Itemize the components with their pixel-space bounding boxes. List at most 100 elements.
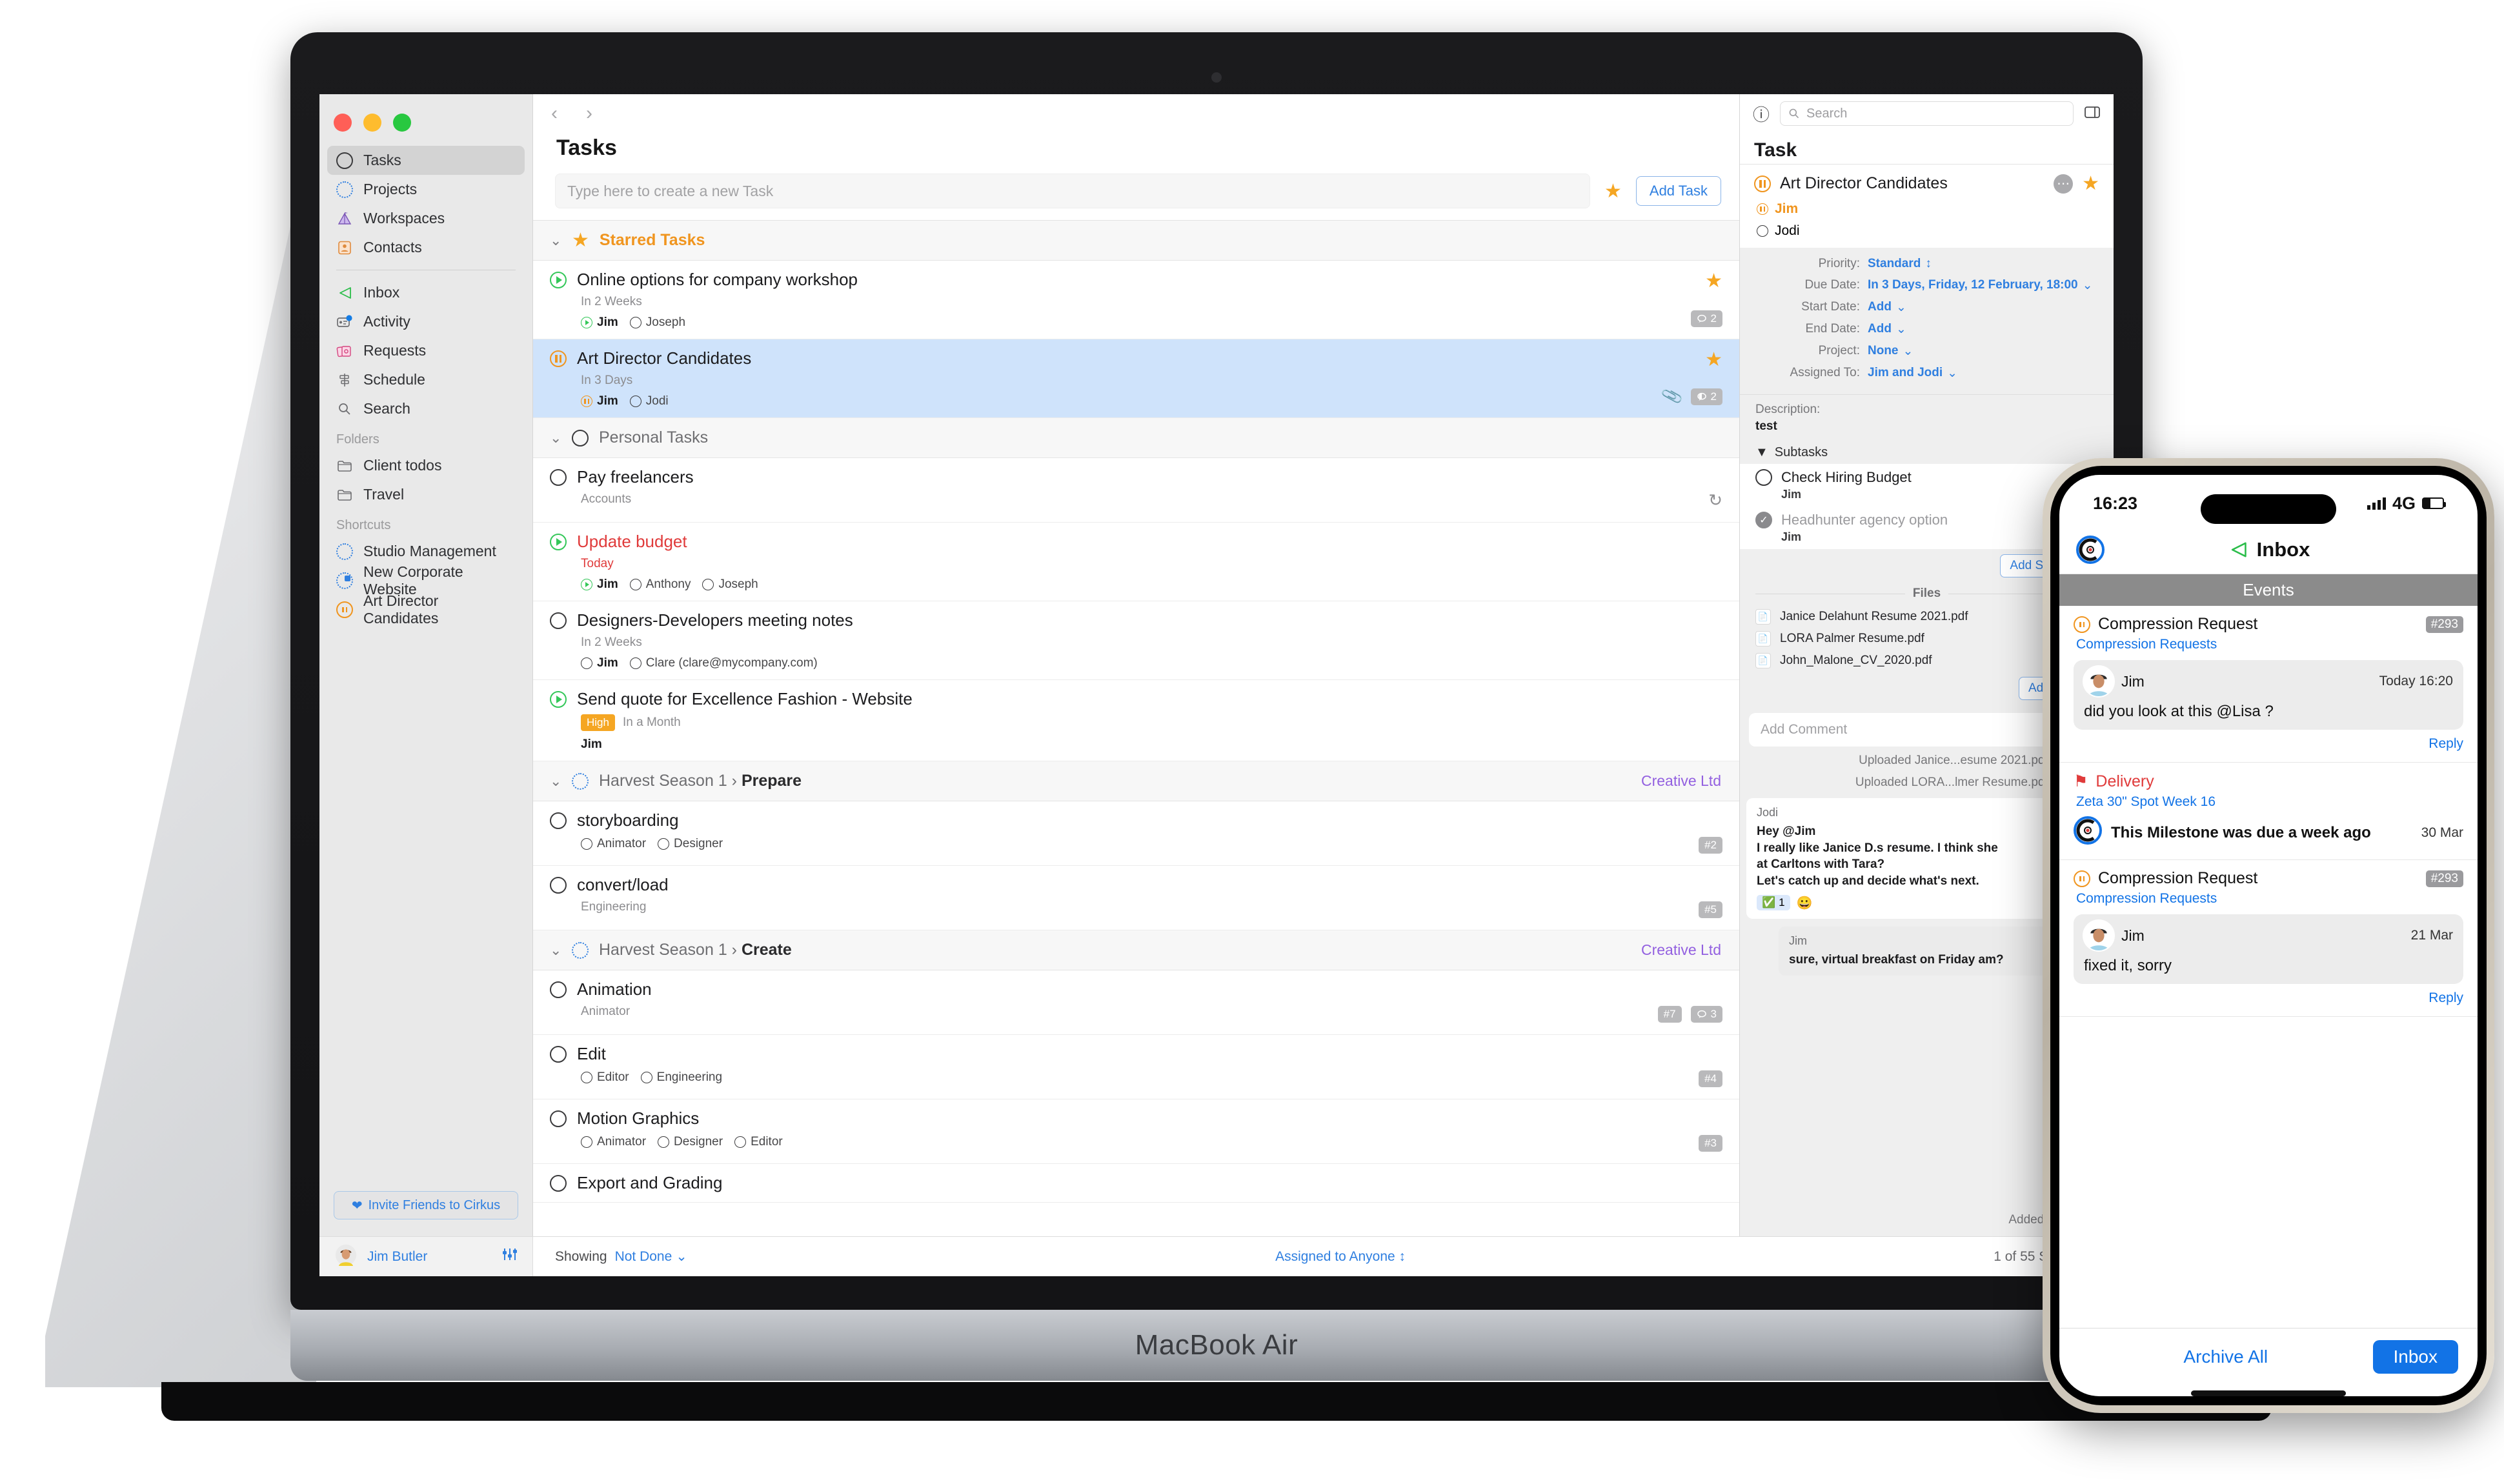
star-filter-icon[interactable]: ★ xyxy=(1604,180,1622,203)
play-circle-icon[interactable] xyxy=(550,533,567,550)
table-row[interactable]: Online options for company workshop In 2… xyxy=(533,261,1739,339)
sidebar-item-label: Art Director Candidates xyxy=(363,592,439,627)
check-circle-icon[interactable]: ✓ xyxy=(1755,512,1772,528)
chevron-down-icon[interactable]: ⌄ xyxy=(1896,322,1906,337)
comment-line: Hey @Jim xyxy=(1757,825,1816,838)
reaction-badge[interactable]: ✅ 1 xyxy=(1757,895,1790,911)
circle-icon[interactable] xyxy=(550,1045,567,1063)
circle-icon[interactable] xyxy=(550,812,567,829)
sidebar-shortcut-art-director-candidates[interactable]: Art Director Candidates xyxy=(327,592,525,627)
add-reaction-icon[interactable]: 😀 xyxy=(1797,895,1813,911)
info-icon[interactable]: ⓘ xyxy=(1753,102,1770,126)
assigned-filter-dropdown[interactable]: Assigned to Anyone ↕ xyxy=(1275,1249,1406,1265)
event-subtitle[interactable]: Zeta 30" Spot Week 16 xyxy=(2076,794,2463,810)
table-row[interactable]: Animation Animator #7 3 xyxy=(533,970,1739,1035)
forward-icon[interactable]: › xyxy=(586,103,592,125)
chevron-down-icon[interactable]: ⌄ xyxy=(2083,278,2093,293)
event-subtitle[interactable]: Compression Requests xyxy=(2076,891,2463,907)
sidebar-item-activity[interactable]: Activity xyxy=(327,307,525,336)
chevron-down-icon[interactable]: ⌄ xyxy=(550,773,561,790)
group-client-label: Creative Ltd xyxy=(1641,941,1721,958)
reply-link[interactable]: Reply xyxy=(2074,736,2463,752)
maximize-button[interactable] xyxy=(393,114,411,132)
more-options-icon[interactable]: ⋯ xyxy=(2054,174,2074,194)
sidebar-item-requests[interactable]: Requests xyxy=(327,336,525,365)
comment-count-badge: 2 xyxy=(1690,310,1722,327)
new-task-input[interactable]: Type here to create a new Task xyxy=(555,174,1590,208)
group-header-starred-tasks[interactable]: ⌄ ★ Starred Tasks xyxy=(533,221,1739,261)
chevron-down-icon[interactable]: ⌄ xyxy=(1947,366,1957,381)
task-title: convert/load xyxy=(577,875,669,894)
group-header-personal-tasks[interactable]: ⌄ Personal Tasks xyxy=(533,418,1739,458)
table-row[interactable]: storyboarding Animator Designer #2 xyxy=(533,801,1739,866)
back-icon[interactable]: ‹ xyxy=(551,103,558,125)
group-header-harvest-prepare[interactable]: ⌄ Harvest Season 1 › Prepare Creative Lt… xyxy=(533,761,1739,801)
list-item[interactable]: Compression Request #293 Compression Req… xyxy=(2059,606,2478,763)
sidebar-folder-travel[interactable]: Travel xyxy=(327,480,525,509)
chevron-down-icon[interactable]: ⌄ xyxy=(550,232,561,249)
sidebar-item-search[interactable]: Search xyxy=(327,394,525,423)
task-people: Jim Joseph xyxy=(581,316,1721,330)
list-item[interactable]: ⚑ Delivery Zeta 30" Spot Week 16 This Mi… xyxy=(2059,763,2478,860)
add-task-button[interactable]: Add Task xyxy=(1635,176,1721,206)
filter-icon[interactable] xyxy=(501,1246,518,1267)
invite-friends-button[interactable]: ❤ Invite Friends to Cirkus xyxy=(334,1191,518,1219)
sidebar-item-contacts[interactable]: Contacts xyxy=(327,233,525,262)
chevron-down-icon[interactable]: ⌄ xyxy=(550,942,561,959)
inbox-button[interactable]: Inbox xyxy=(2372,1340,2458,1374)
sidebar-item-projects[interactable]: Projects xyxy=(327,175,525,204)
row-star-icon[interactable]: ★ xyxy=(1705,270,1722,292)
circle-icon[interactable] xyxy=(550,612,567,629)
group-header-harvest-create[interactable]: ⌄ Harvest Season 1 › Create Creative Ltd xyxy=(533,930,1739,970)
circle-icon[interactable] xyxy=(550,468,567,486)
chevron-down-icon[interactable]: ⌄ xyxy=(1903,344,1913,359)
person-name: Clare (clare@mycompany.com) xyxy=(645,656,818,670)
current-user-name[interactable]: Jim Butler xyxy=(367,1249,427,1265)
sidebar-shortcut-studio-management[interactable]: Studio Management xyxy=(327,537,525,566)
table-row[interactable]: Export and Grading xyxy=(533,1164,1739,1203)
pause-circle-icon xyxy=(336,601,353,618)
phone-section-header: Events xyxy=(2059,574,2478,606)
chevron-down-icon[interactable]: ⌄ xyxy=(676,1248,687,1265)
circle-icon[interactable] xyxy=(1755,469,1772,486)
circle-icon[interactable] xyxy=(550,876,567,894)
table-row[interactable]: Edit Editor Engineering #4 xyxy=(533,1035,1739,1099)
circle-icon[interactable] xyxy=(550,1174,567,1192)
table-row[interactable]: Motion Graphics Animator Designer Editor… xyxy=(533,1099,1739,1164)
inspector-search-input[interactable]: Search xyxy=(1780,101,2074,126)
sidebar-item-schedule[interactable]: Schedule xyxy=(327,365,525,394)
sidebar-folder-client-todos[interactable]: Client todos xyxy=(327,451,525,480)
sidebar-item-inbox[interactable]: Inbox xyxy=(327,278,525,307)
close-button[interactable] xyxy=(334,114,352,132)
table-row[interactable]: Art Director Candidates In 3 Days Jim Jo… xyxy=(533,339,1739,418)
toggle-sidebar-icon[interactable] xyxy=(2084,105,2101,123)
minimize-button[interactable] xyxy=(363,114,381,132)
table-row[interactable]: Pay freelancers Accounts ↻ xyxy=(533,458,1739,523)
stepper-icon[interactable]: ↕ xyxy=(1925,257,1932,271)
table-row[interactable]: Designers-Developers meeting notes In 2 … xyxy=(533,601,1739,680)
chevron-down-icon[interactable]: ⌄ xyxy=(1896,300,1906,315)
table-row[interactable]: convert/load Engineering #5 xyxy=(533,866,1739,930)
showing-filter-dropdown[interactable]: Not Done xyxy=(615,1249,672,1265)
event-subtitle[interactable]: Compression Requests xyxy=(2076,637,2463,652)
sidebar-section-shortcuts: Shortcuts xyxy=(336,518,391,532)
chevron-down-icon[interactable]: ⌄ xyxy=(550,430,561,446)
archive-all-button[interactable]: Archive All xyxy=(2079,1347,2373,1367)
list-item[interactable]: Compression Request #293 Compression Req… xyxy=(2059,860,2478,1017)
table-row[interactable]: Update budget Today Jim Anthony Joseph xyxy=(533,523,1739,601)
table-row[interactable]: Send quote for Excellence Fashion - Webs… xyxy=(533,680,1739,761)
event-title: Compression Request xyxy=(2098,615,2258,633)
inspector-star-icon[interactable]: ★ xyxy=(2082,172,2099,195)
circle-icon[interactable] xyxy=(550,981,567,998)
task-due: In 2 Weeks xyxy=(581,295,642,308)
sidebar-item-tasks[interactable]: Tasks xyxy=(327,146,525,175)
pause-circle-icon[interactable] xyxy=(550,350,567,367)
circle-icon[interactable] xyxy=(550,1110,567,1127)
play-circle-icon[interactable] xyxy=(550,690,567,708)
sidebar-item-workspaces[interactable]: Workspaces xyxy=(327,204,525,233)
play-circle-icon[interactable] xyxy=(550,271,567,288)
reply-link[interactable]: Reply xyxy=(2074,990,2463,1006)
sidebar-shortcut-new-corporate-website[interactable]: New Corporate Website xyxy=(327,563,525,597)
row-star-icon[interactable]: ★ xyxy=(1705,348,1722,371)
pause-circle-icon[interactable] xyxy=(1754,175,1771,192)
